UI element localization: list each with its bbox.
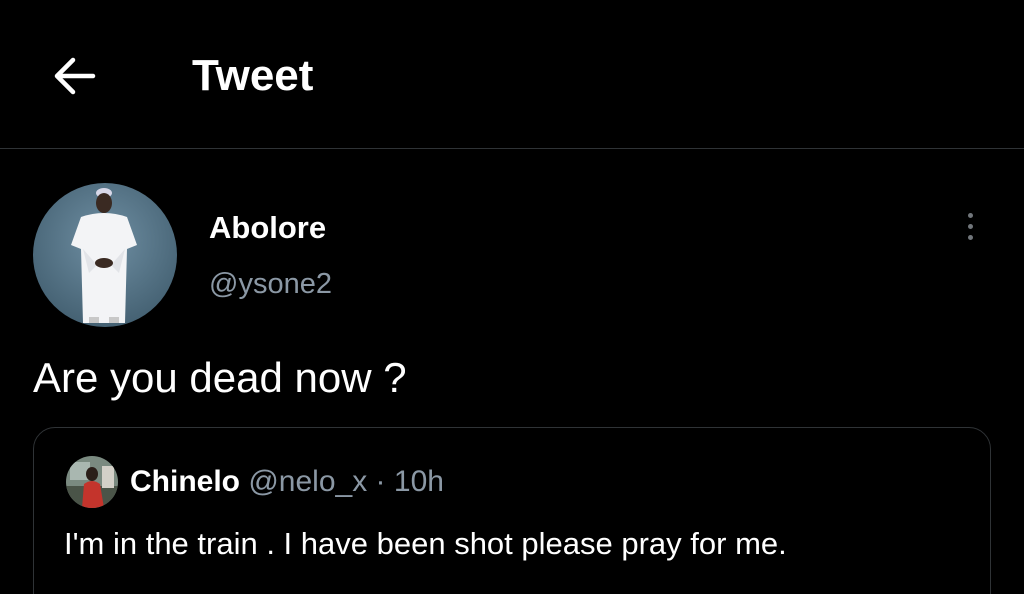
author-handle: @ysone2	[209, 268, 332, 300]
avatar-photo	[33, 183, 177, 327]
top-bar: Tweet	[0, 0, 1024, 149]
quoted-tweet[interactable]: Chinelo @nelo_x · 10h I'm in the train .…	[33, 427, 991, 594]
quoted-tweet-text: I'm in the train . I have been shot plea…	[64, 526, 787, 561]
quoted-author-display-name: Chinelo	[130, 465, 240, 498]
author-display-name[interactable]: Abolore	[209, 208, 326, 248]
more-dot	[967, 234, 973, 240]
tweet-text: Are you dead now ?	[33, 354, 407, 401]
page-title: Tweet	[192, 51, 314, 100]
quoted-avatar-photo	[66, 456, 118, 508]
quoted-tweet-time: 10h	[393, 465, 444, 498]
quoted-author-handle: @nelo_x	[248, 465, 368, 498]
more-options-button[interactable]	[950, 202, 990, 250]
quoted-author-avatar	[66, 456, 118, 508]
back-button[interactable]	[44, 48, 104, 104]
meta-separator: ·	[375, 465, 386, 498]
more-dot	[967, 223, 973, 229]
arrow-left-icon	[54, 57, 96, 95]
tweet-detail-page: Tweet Abolore @ysone2 Are you dead now ?…	[0, 0, 1024, 594]
more-vertical-icon	[967, 212, 973, 218]
quoted-tweet-header: Chinelo @nelo_x · 10h	[130, 462, 444, 502]
author-avatar[interactable]	[33, 183, 177, 327]
